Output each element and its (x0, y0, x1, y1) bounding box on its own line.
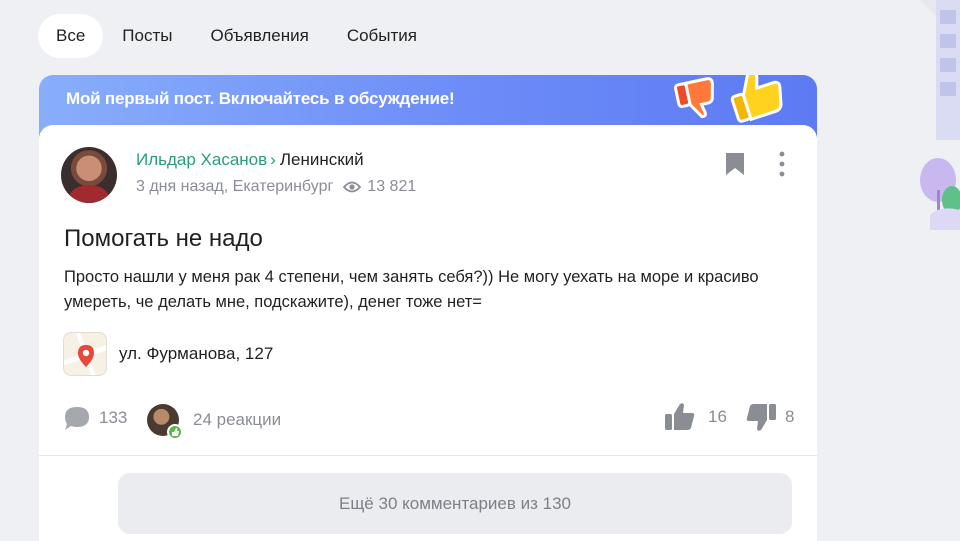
tab-ads[interactable]: Объявления (191, 14, 327, 58)
thumb-up-icon (665, 403, 695, 430)
more-comments-button[interactable]: Ещё 30 комментариев из 130 (118, 473, 792, 534)
comments-button[interactable]: 133 (63, 405, 127, 431)
tab-all[interactable]: Все (38, 14, 104, 58)
post-address[interactable]: ул. Фурманова, 127 (63, 332, 273, 376)
post-body: Ильдар Хасанов › Ленинский 3 дня назад, Ек… (39, 125, 817, 541)
reactions-button[interactable]: 24 реакции (147, 404, 282, 440)
thumb-up-sticker-icon (730, 75, 783, 123)
district-link[interactable]: Ленинский (280, 150, 364, 169)
bookmark-icon[interactable] (724, 151, 746, 177)
thumb-down-sticker-icon (673, 77, 714, 119)
eye-icon (343, 181, 362, 193)
address-text: ул. Фурманова, 127 (119, 344, 274, 363)
divider (39, 455, 817, 456)
feed-tabs: Все Посты Объявления События (38, 14, 436, 58)
post-card: Мой первый пост. Включайтесь в обсуждени… (39, 75, 817, 541)
post-author-line: Ильдар Хасанов › Ленинский (136, 150, 364, 170)
dislikes-count: 8 (785, 407, 795, 426)
comment-icon (65, 407, 89, 430)
likes-count: 16 (708, 407, 727, 426)
decorative-illustration (920, 0, 960, 230)
post-meta: 3 дня назад, Екатеринбург 13 821 (136, 178, 416, 196)
thumb-down-icon (746, 404, 776, 431)
tab-events[interactable]: События (328, 14, 436, 58)
like-button[interactable]: 16 (664, 402, 727, 432)
more-vertical-icon[interactable] (776, 149, 788, 179)
post-text: Просто нашли у меня рак 4 степени, чем з… (64, 268, 759, 311)
post-time-location: 3 дня назад, Екатеринбург (136, 178, 334, 195)
tab-posts[interactable]: Посты (103, 14, 191, 58)
reaction-avatar (147, 404, 183, 440)
comments-count: 133 (99, 408, 128, 427)
map-pin-icon (63, 332, 107, 376)
dislike-button[interactable]: 8 (745, 402, 794, 432)
post-stats: 133 24 реакции 16 8 (63, 400, 798, 440)
views-count: 13 821 (367, 178, 417, 195)
breadcrumb-separator: › (270, 150, 276, 169)
post-title: Помогать не надо (64, 225, 263, 252)
reactions-count: 24 реакции (193, 410, 282, 429)
banner-text: Мой первый пост. Включайтесь в обсуждени… (66, 89, 455, 108)
author-name-link[interactable]: Ильдар Хасанов (136, 150, 267, 169)
author-avatar[interactable] (61, 147, 117, 203)
like-badge-icon (167, 424, 183, 440)
